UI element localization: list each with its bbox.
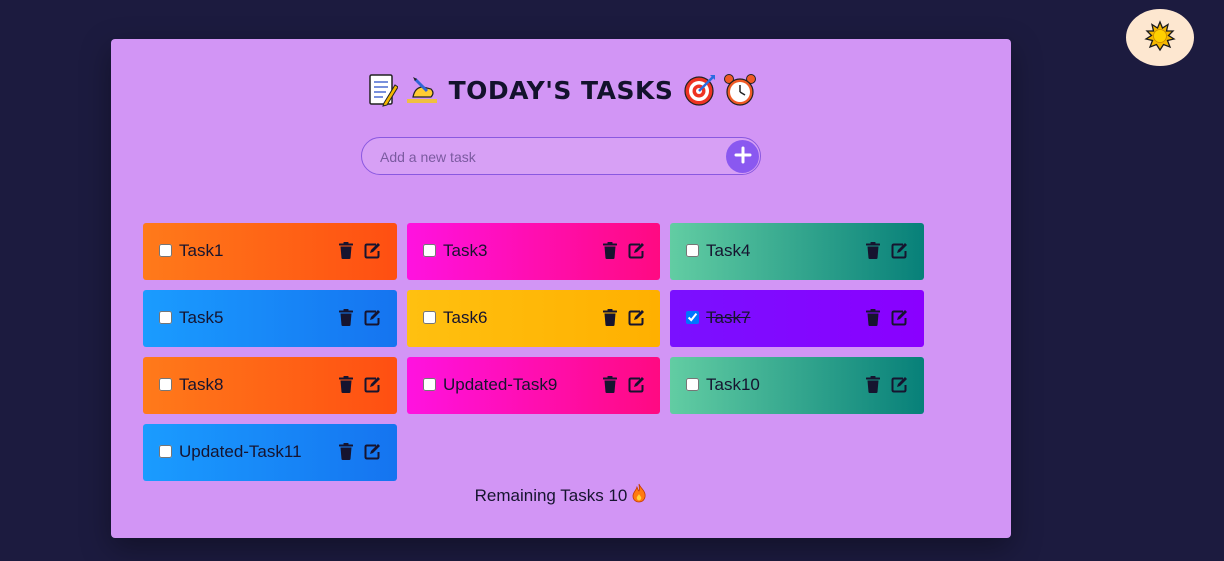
task-checkbox[interactable] (159, 244, 172, 257)
theme-toggle-button[interactable] (1126, 9, 1194, 66)
task-label: Task5 (179, 308, 224, 327)
page-title: TODAY'S TASKS (111, 73, 1011, 107)
delete-task-icon[interactable] (602, 376, 618, 397)
edit-task-icon[interactable] (364, 242, 381, 263)
task-item: Task1 (143, 223, 397, 280)
fire-icon (631, 483, 647, 508)
task-item: Task10 (670, 357, 924, 414)
task-list: Task1 Task3 Task4 Task5 Task6 Task7 Task8 Updat… (143, 223, 924, 481)
edit-task-icon[interactable] (891, 309, 908, 330)
plus-icon (734, 146, 752, 167)
delete-task-icon[interactable] (602, 309, 618, 330)
target-icon (683, 73, 717, 107)
remaining-tasks-label: Remaining Tasks 10 (474, 485, 628, 505)
task-checkbox[interactable] (686, 378, 699, 391)
title-text: TODAY'S TASKS (448, 75, 674, 105)
delete-task-icon[interactable] (602, 242, 618, 263)
new-task-input[interactable] (378, 138, 722, 176)
task-item: Updated-Task9 (407, 357, 660, 414)
task-checkbox[interactable] (423, 244, 436, 257)
memo-icon (365, 73, 399, 107)
task-label: Task8 (179, 375, 224, 394)
task-item: Task6 (407, 290, 660, 347)
delete-task-icon[interactable] (865, 309, 881, 330)
delete-task-icon[interactable] (338, 309, 354, 330)
edit-task-icon[interactable] (891, 376, 908, 397)
edit-task-icon[interactable] (628, 242, 645, 263)
task-label: Updated-Task11 (179, 442, 302, 461)
delete-task-icon[interactable] (338, 242, 354, 263)
edit-task-icon[interactable] (628, 309, 645, 330)
delete-task-icon[interactable] (338, 376, 354, 397)
task-label: Updated-Task9 (443, 375, 558, 394)
task-item: Task4 (670, 223, 924, 280)
new-task-form (361, 137, 761, 176)
delete-task-icon[interactable] (865, 376, 881, 397)
add-task-button[interactable] (726, 140, 759, 173)
remaining-tasks: Remaining Tasks 10 (111, 483, 1011, 508)
task-checkbox[interactable] (159, 378, 172, 391)
task-label: Task10 (706, 375, 760, 394)
task-checkbox[interactable] (159, 311, 172, 324)
edit-task-icon[interactable] (364, 309, 381, 330)
task-label: Task4 (706, 241, 751, 260)
task-label: Task7 (706, 308, 751, 327)
task-item: Task7 (670, 290, 924, 347)
task-item: Updated-Task11 (143, 424, 397, 481)
task-checkbox[interactable] (423, 311, 436, 324)
task-label: Task3 (443, 241, 488, 260)
sun-icon (1144, 20, 1176, 55)
edit-task-icon[interactable] (628, 376, 645, 397)
task-item: Task5 (143, 290, 397, 347)
task-checkbox[interactable] (686, 244, 699, 257)
task-label: Task6 (443, 308, 488, 327)
task-checkbox[interactable] (686, 311, 699, 324)
alarm-clock-icon (723, 73, 757, 107)
task-item: Task3 (407, 223, 660, 280)
task-item: Task8 (143, 357, 397, 414)
task-checkbox[interactable] (159, 445, 172, 458)
delete-task-icon[interactable] (865, 242, 881, 263)
task-checkbox[interactable] (423, 378, 436, 391)
task-label: Task1 (179, 241, 224, 260)
edit-task-icon[interactable] (364, 443, 381, 464)
writing-hand-icon (405, 73, 439, 107)
tasks-card: TODAY'S TASKS Add a new task Task1 Task3… (111, 39, 1011, 538)
delete-task-icon[interactable] (338, 443, 354, 464)
edit-task-icon[interactable] (364, 376, 381, 397)
edit-task-icon[interactable] (891, 242, 908, 263)
